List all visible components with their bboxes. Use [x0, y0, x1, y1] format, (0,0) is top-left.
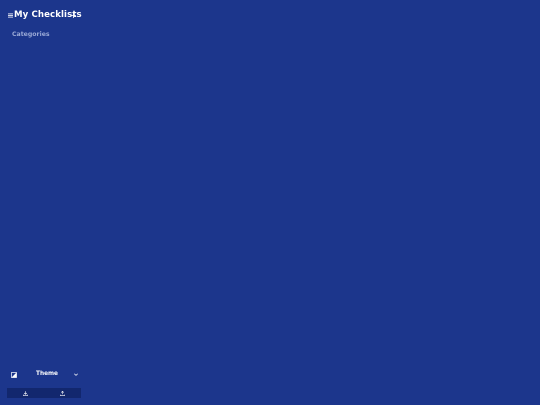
menu-icon[interactable]: [7, 8, 13, 22]
plus-icon: [70, 12, 76, 18]
chevron-down-icon: [74, 368, 78, 381]
categories-section-label: Categories: [12, 31, 50, 38]
theme-toggle-icon: [8, 368, 20, 381]
bottom-action-bar: [7, 388, 81, 398]
add-checklist-button[interactable]: [68, 8, 78, 22]
download-icon: [23, 390, 28, 396]
app-window: My Checklists Categories Theme: [0, 0, 540, 405]
upload-icon: [60, 390, 65, 396]
theme-selector[interactable]: Theme: [8, 368, 80, 381]
import-button[interactable]: [7, 388, 44, 398]
theme-label: Theme: [36, 371, 58, 377]
export-button[interactable]: [44, 388, 81, 398]
